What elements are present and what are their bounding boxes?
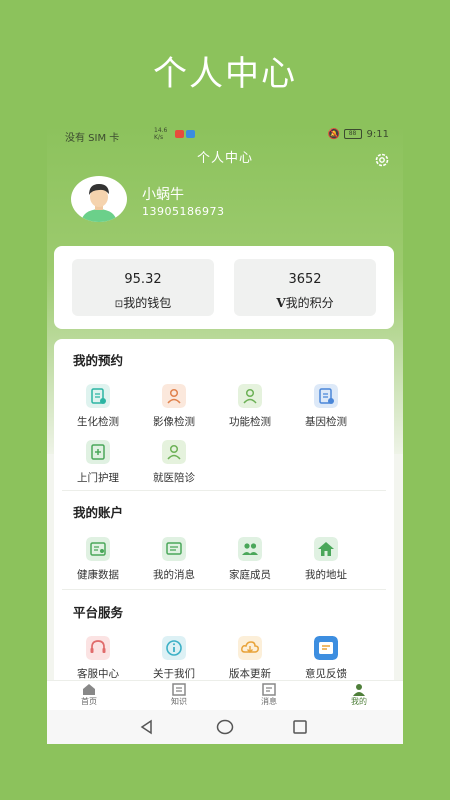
wallet-tile[interactable]: 95.32 ⊡我的钱包 — [72, 259, 214, 316]
message-icon — [162, 537, 186, 561]
system-nav-bar — [47, 710, 403, 744]
tab-profile[interactable]: 我的 — [329, 683, 389, 707]
account-title: 我的账户 — [73, 505, 124, 520]
menu-item-update[interactable]: 版本更新 — [210, 636, 290, 681]
biochem-icon — [86, 384, 110, 408]
wallet-balance: 95.32 — [124, 272, 162, 287]
status-bar: 没有 SIM 卡 14.6 K/s 🔕 88 9:11 — [47, 124, 403, 146]
divider — [62, 490, 386, 491]
news-icon — [262, 683, 276, 696]
avatar[interactable] — [71, 176, 127, 222]
assets-card: 95.32 ⊡我的钱包 3652 V我的积分 — [54, 246, 394, 329]
escort-icon — [162, 440, 186, 464]
home-nursing-icon — [86, 440, 110, 464]
page-title: 个人中心 — [196, 151, 253, 166]
menu-item-address[interactable]: 我的地址 — [286, 537, 366, 582]
home-icon — [83, 684, 95, 695]
nav-home-icon[interactable] — [216, 719, 234, 735]
user-name: 小蜗牛 — [142, 187, 184, 203]
avatar-person-icon — [81, 184, 117, 222]
gene-icon — [314, 384, 338, 408]
menu-item-home-nursing[interactable]: 上门护理 — [58, 440, 138, 485]
battery-icon: 88 — [343, 129, 362, 139]
menu-item-biochem[interactable]: 生化检测 — [58, 384, 138, 429]
family-icon — [238, 537, 262, 561]
appointments-title: 我的预约 — [73, 353, 124, 368]
nav-back-icon[interactable] — [139, 719, 155, 735]
divider — [62, 589, 386, 590]
tab-news[interactable]: 消息 — [239, 683, 299, 707]
carrier-text: 没有 SIM 卡 — [65, 133, 120, 144]
menu-item-gene[interactable]: 基因检测 — [286, 384, 366, 429]
menu-item-customer-service[interactable]: 客服中心 — [58, 636, 138, 681]
menu-item-escort[interactable]: 就医陪诊 — [134, 440, 214, 485]
knowledge-icon — [172, 683, 186, 696]
clock: 9:11 — [366, 129, 389, 140]
headset-icon — [86, 636, 110, 660]
menu-card: 我的预约 生化检测 影像检测 功能检测 基因检测 上门护理 就医陪诊 我的账户 — [54, 339, 394, 684]
nav-recents-icon[interactable] — [292, 719, 308, 735]
health-data-icon — [86, 537, 110, 561]
status-app-icons — [175, 130, 195, 138]
points-tile[interactable]: 3652 V我的积分 — [234, 259, 376, 316]
wallet-label: 我的钱包 — [123, 296, 172, 310]
user-phone: 13905186973 — [142, 205, 225, 218]
menu-item-imaging[interactable]: 影像检测 — [134, 384, 214, 429]
menu-item-my-messages[interactable]: 我的消息 — [134, 537, 214, 582]
function-icon — [238, 384, 262, 408]
bottom-tab-bar: 首页 知识 消息 我的 — [47, 680, 403, 711]
profile-icon — [353, 684, 365, 696]
address-home-icon — [314, 537, 338, 561]
cloud-download-icon — [238, 636, 262, 660]
wallet-icon: ⊡ — [114, 299, 124, 310]
menu-item-health-data[interactable]: 健康数据 — [58, 537, 138, 582]
points-label: 我的积分 — [285, 296, 334, 310]
menu-item-about[interactable]: 关于我们 — [134, 636, 214, 681]
phone-screen: 没有 SIM 卡 14.6 K/s 🔕 88 9:11 个人中心 小蜗牛 13905… — [47, 124, 403, 744]
tab-knowledge[interactable]: 知识 — [149, 683, 209, 707]
feedback-icon — [314, 636, 338, 660]
services-title: 平台服务 — [73, 605, 124, 620]
v-points-icon: V — [276, 296, 286, 310]
settings-gear-icon[interactable] — [373, 151, 391, 169]
promo-title: 个人中心 — [153, 54, 297, 94]
info-icon — [162, 636, 186, 660]
mute-icon: 🔕 — [327, 129, 341, 140]
menu-item-feedback[interactable]: 意见反馈 — [286, 636, 366, 681]
menu-item-function[interactable]: 功能检测 — [210, 384, 290, 429]
imaging-icon — [162, 384, 186, 408]
status-right: 🔕 88 9:11 — [328, 129, 389, 140]
points-value: 3652 — [288, 272, 322, 287]
menu-item-family[interactable]: 家庭成员 — [210, 537, 290, 582]
tab-home[interactable]: 首页 — [59, 683, 119, 707]
net-speed: 14.6 K/s — [154, 127, 168, 141]
